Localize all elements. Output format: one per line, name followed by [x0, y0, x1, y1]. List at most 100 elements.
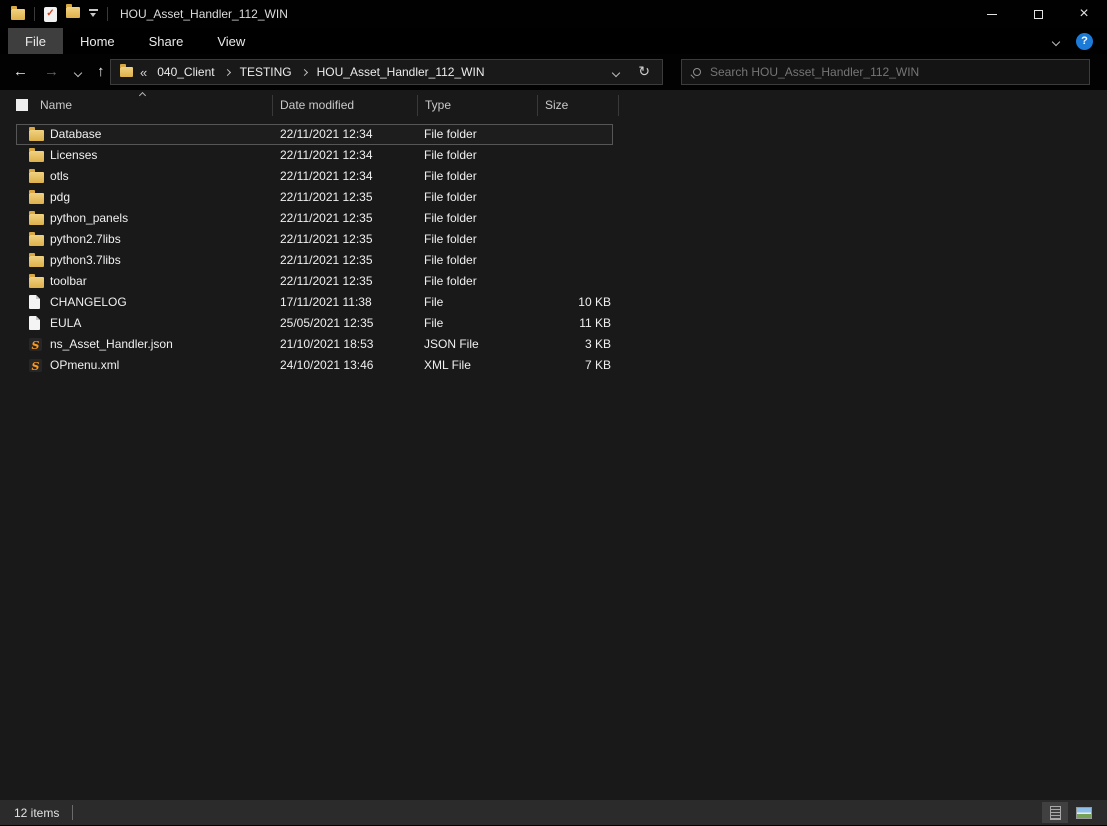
table-row[interactable]: otls22/11/2021 12:34File folder: [16, 166, 613, 187]
date-modified: 22/11/2021 12:34: [280, 148, 373, 162]
status-bar: 12 items: [0, 800, 1107, 826]
folder-icon: [29, 193, 44, 204]
address-bar[interactable]: « 040_Client TESTING HOU_Asset_Handler_112…: [110, 59, 663, 85]
file-type: File folder: [424, 127, 477, 141]
column-header-size[interactable]: Size: [545, 98, 568, 112]
breadcrumb: 040_Client TESTING HOU_Asset_Handler_112_W…: [154, 65, 487, 79]
thumbnails-view-icon: [1076, 807, 1092, 819]
column-header-row: Name Date modified Type Size: [0, 90, 1107, 120]
explorer-window: ✓ HOU_Asset_Handler_112_WIN × FileHomeSh…: [0, 0, 1107, 826]
search-input[interactable]: [710, 65, 1078, 79]
tab-file[interactable]: File: [8, 28, 63, 54]
sublime-icon: S: [29, 359, 42, 372]
date-modified: 22/11/2021 12:34: [280, 127, 373, 141]
file-name: CHANGELOG: [50, 295, 127, 309]
thumbnails-view-button[interactable]: [1071, 802, 1097, 823]
window-title: HOU_Asset_Handler_112_WIN: [120, 7, 288, 21]
minimize-button[interactable]: [969, 0, 1015, 28]
file-size: 10 KB: [466, 295, 611, 309]
folder-icon: [29, 130, 44, 141]
collapsed-breadcrumb-icon[interactable]: «: [140, 65, 147, 80]
forward-arrow-icon: →: [44, 63, 59, 80]
app-folder-icon: [11, 9, 25, 20]
column-header-name[interactable]: Name: [40, 98, 72, 112]
statusbar-divider: [72, 805, 73, 820]
window-controls: ×: [969, 0, 1107, 28]
file-name: ns_Asset_Handler.json: [50, 337, 173, 351]
qat-checklist-button[interactable]: ✓: [44, 7, 57, 22]
ribbon-tabs: FileHomeShareView: [8, 28, 262, 54]
folder-icon: [29, 214, 44, 225]
details-view-button[interactable]: [1042, 802, 1068, 823]
table-row[interactable]: CHANGELOG17/11/2021 11:38File10 KB: [16, 292, 613, 313]
file-type: File: [424, 316, 443, 330]
help-button[interactable]: ?: [1076, 33, 1093, 50]
column-divider: [618, 95, 619, 116]
date-modified: 22/11/2021 12:35: [280, 253, 373, 267]
column-header-date-modified[interactable]: Date modified: [280, 98, 354, 112]
tab-share[interactable]: Share: [132, 28, 201, 54]
close-icon: ×: [1079, 6, 1088, 22]
table-row[interactable]: python_panels22/11/2021 12:35File folder: [16, 208, 613, 229]
folder-icon: [29, 151, 44, 162]
breadcrumb-item[interactable]: TESTING: [237, 65, 295, 79]
recent-locations-button[interactable]: [75, 63, 81, 81]
table-row[interactable]: python3.7libs22/11/2021 12:35File folder: [16, 250, 613, 271]
quick-access-toolbar: ✓ HOU_Asset_Handler_112_WIN: [0, 0, 288, 28]
qat-folder-button[interactable]: [66, 5, 80, 23]
breadcrumb-item[interactable]: HOU_Asset_Handler_112_WIN: [314, 65, 488, 79]
file-name: Database: [50, 127, 101, 141]
column-divider: [537, 95, 538, 116]
table-row[interactable]: Sns_Asset_Handler.json21/10/2021 18:53JS…: [16, 334, 613, 355]
ribbon-tab-bar: FileHomeShareView ?: [0, 28, 1107, 54]
expand-ribbon-button[interactable]: [1053, 32, 1059, 50]
refresh-button[interactable]: ↻: [638, 63, 650, 81]
date-modified: 24/10/2021 13:46: [280, 358, 373, 372]
table-row[interactable]: toolbar22/11/2021 12:35File folder: [16, 271, 613, 292]
file-size: 11 KB: [466, 316, 611, 330]
address-dropdown-button[interactable]: [613, 63, 619, 81]
breadcrumb-item[interactable]: 040_Client: [154, 65, 217, 79]
select-all-checkbox[interactable]: [16, 99, 28, 111]
up-arrow-icon: ↑: [97, 63, 105, 80]
back-button[interactable]: ←: [13, 63, 28, 81]
table-row[interactable]: Licenses22/11/2021 12:34File folder: [16, 145, 613, 166]
table-row[interactable]: pdg22/11/2021 12:35File folder: [16, 187, 613, 208]
breadcrumb-separator-icon[interactable]: [301, 68, 308, 75]
file-name: otls: [50, 169, 69, 183]
breadcrumb-separator-icon[interactable]: [224, 68, 231, 75]
date-modified: 22/11/2021 12:35: [280, 232, 373, 246]
table-row[interactable]: SOPmenu.xml24/10/2021 13:46XML File7 KB: [16, 355, 613, 376]
column-divider: [417, 95, 418, 116]
column-header-type[interactable]: Type: [425, 98, 451, 112]
nav-buttons: ← → ↑: [13, 54, 105, 90]
tab-view[interactable]: View: [200, 28, 262, 54]
date-modified: 22/11/2021 12:35: [280, 190, 373, 204]
up-button[interactable]: ↑: [97, 63, 105, 81]
titlebar-divider: [107, 7, 108, 21]
file-name: toolbar: [50, 274, 87, 288]
maximize-icon: [1034, 10, 1043, 19]
search-box[interactable]: [681, 59, 1090, 85]
forward-button[interactable]: →: [44, 63, 59, 81]
maximize-button[interactable]: [1015, 0, 1061, 28]
close-button[interactable]: ×: [1061, 0, 1107, 28]
file-name: OPmenu.xml: [50, 358, 119, 372]
address-folder-icon: [120, 67, 133, 77]
file-type: XML File: [424, 358, 471, 372]
folder-icon: [29, 256, 44, 267]
file-list: Database 22/11/2021 12:34 File folder Licen…: [0, 124, 1107, 376]
navigation-bar: ← → ↑ « 040_Client TESTING HOU_Asset_Handl…: [0, 54, 1107, 90]
help-icon: ?: [1076, 33, 1093, 50]
sublime-icon: S: [29, 338, 42, 351]
address-bar-right: ↻: [613, 63, 653, 81]
table-row[interactable]: Database 22/11/2021 12:34 File folder: [16, 124, 613, 145]
chevron-down-icon: [612, 69, 620, 77]
file-size: 3 KB: [466, 337, 611, 351]
table-row[interactable]: python2.7libs22/11/2021 12:35File folder: [16, 229, 613, 250]
tab-home[interactable]: Home: [63, 28, 132, 54]
titlebar-divider: [34, 7, 35, 21]
search-icon: [693, 68, 701, 76]
qat-customize-button[interactable]: [89, 5, 98, 23]
table-row[interactable]: EULA25/05/2021 12:35File11 KB: [16, 313, 613, 334]
